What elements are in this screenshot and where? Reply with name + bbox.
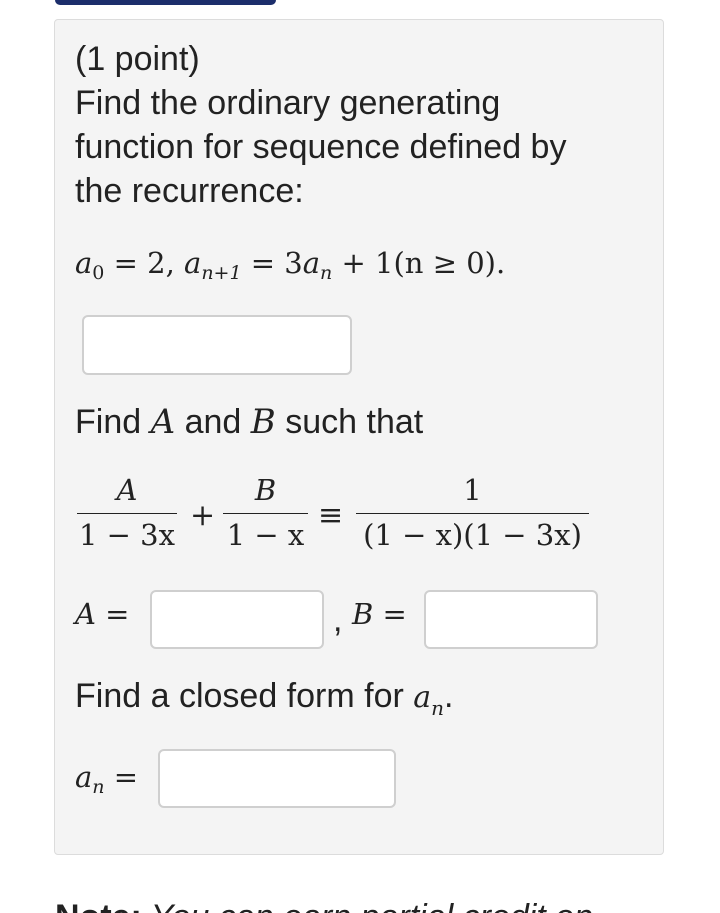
an-label-var: a xyxy=(75,760,93,794)
recurrence-an-sub: n xyxy=(320,262,333,284)
closed-form-suffix: . xyxy=(444,677,454,715)
fraction-3-numerator: 1 xyxy=(463,473,482,507)
fraction-b-over-1-x: B 1 − x xyxy=(223,471,308,554)
an-label-sub: n xyxy=(92,776,105,798)
fraction-2-numerator: B xyxy=(254,473,277,507)
recurrence-eq2: = 3 xyxy=(241,246,303,280)
recurrence-an-var: a xyxy=(302,246,321,280)
fraction-3-denominator: (1 − x)(1 − 3x) xyxy=(363,518,582,552)
recurrence-a0-var: a xyxy=(75,246,93,280)
closed-form-prefix: Find a closed form for xyxy=(75,677,414,715)
recurrence-a0-sub: 0 xyxy=(92,262,105,284)
find-ab-var-b: B xyxy=(250,402,276,442)
recurrence-formula: a0 = 2, an+1 = 3an + 1(n ≥ 0). xyxy=(75,246,505,284)
recurrence-eq1: = 2, xyxy=(104,246,185,280)
recurrence-an1-var: a xyxy=(184,246,202,280)
find-ab-mid: and xyxy=(175,403,251,441)
find-ab-suffix: such that xyxy=(275,403,424,441)
find-ab-var-a: A xyxy=(150,402,176,442)
an-closed-form-input[interactable] xyxy=(158,749,396,808)
recurrence-an1-sub: n+1 xyxy=(201,262,242,284)
generating-function-input[interactable] xyxy=(82,315,352,375)
find-ab-text: Find A and B such that xyxy=(75,400,423,444)
fraction-2-denominator: 1 − x xyxy=(226,518,305,552)
an-label-eq: = xyxy=(104,760,139,794)
equiv-sign: ≡ xyxy=(318,498,344,533)
fraction-a-over-1-3x: A 1 − 3x xyxy=(77,471,177,554)
b-value-input[interactable] xyxy=(424,590,598,649)
points-label: (1 point) xyxy=(75,40,200,78)
fraction-2-bar xyxy=(223,513,308,514)
closed-form-var: a xyxy=(413,680,432,715)
a-equals-label: A = xyxy=(75,597,130,631)
ab-separator-comma: , xyxy=(333,601,343,639)
note-text: You can earn partial credit on xyxy=(142,898,593,913)
fraction-1-denominator: 1 − 3x xyxy=(79,518,175,552)
partial-credit-note: Note: You can earn partial credit on xyxy=(55,895,593,913)
fraction-1-over-product: 1 (1 − x)(1 − 3x) xyxy=(356,471,589,554)
b-equals-label: B = xyxy=(352,597,407,631)
fraction-1-bar xyxy=(77,513,177,514)
closed-form-text: Find a closed form for an. xyxy=(75,674,453,730)
problem-text-line-1: Find the ordinary generating xyxy=(75,84,501,122)
closed-form-sub: n xyxy=(431,695,445,720)
note-bold-label: Note: xyxy=(55,898,142,913)
problem-text-line-2: function for sequence defined by xyxy=(75,128,567,166)
recurrence-tail: + 1(n ≥ 0). xyxy=(332,246,506,280)
fraction-3-bar xyxy=(356,513,589,514)
find-ab-prefix: Find xyxy=(75,403,151,441)
fraction-1-numerator: A xyxy=(116,473,138,507)
an-equals-label: an = xyxy=(75,760,138,798)
problem-text-line-3: the recurrence: xyxy=(75,172,304,210)
plus-sign: + xyxy=(190,498,216,533)
top-tab-bar xyxy=(55,0,276,5)
a-value-input[interactable] xyxy=(150,590,324,649)
